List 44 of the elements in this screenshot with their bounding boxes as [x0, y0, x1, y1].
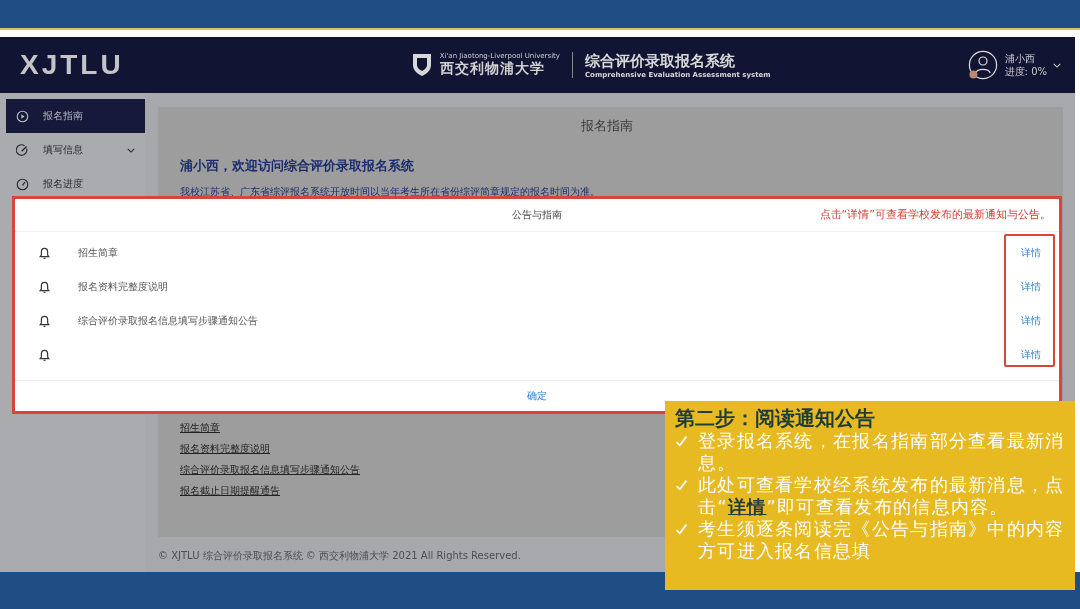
callout-title: 第二步：阅读通知公告: [675, 406, 876, 430]
sidebar-item[interactable]: 报名指南: [6, 99, 145, 133]
check-icon: [675, 523, 688, 536]
check-icon: [675, 435, 688, 448]
bullet-text: 考生须逐条阅读完《公告与指南》中的内容方可进入报名信息填: [698, 518, 1065, 562]
announcement-title: 报名资料完整度说明: [78, 280, 169, 294]
welcome-heading: 浦小西，欢迎访问综合评价录取报名系统: [180, 157, 415, 175]
university-name: 西交利物浦大学: [439, 60, 545, 78]
logo-text: XJTLU: [20, 49, 124, 81]
bell-icon: [39, 280, 50, 294]
details-link[interactable]: 详情: [1021, 314, 1041, 328]
sidebar-item[interactable]: 报名进度: [6, 167, 145, 201]
dialog-title: 公告与指南: [512, 208, 562, 222]
page-title: 报名指南: [580, 117, 633, 135]
details-link[interactable]: 详情: [1021, 280, 1041, 294]
chevron-down-icon[interactable]: [1053, 62, 1061, 68]
chevron-down-icon: [127, 147, 135, 153]
edit-icon: [16, 143, 29, 157]
bullet-text: 此处可查看学校经系统发布的最新消息，点击“详情”即可查看发布的信息内容。: [698, 474, 1065, 518]
user-name: 浦小西: [1004, 52, 1036, 65]
avatar-icon[interactable]: [966, 49, 999, 81]
announcement-link[interactable]: 报名截止日期提醒通告: [180, 483, 280, 498]
gauge-icon: [16, 177, 29, 191]
bell-icon: [39, 246, 50, 260]
announcement-link[interactable]: 报名资料完整度说明: [180, 441, 270, 456]
bell-icon: [39, 348, 50, 362]
announcement-title: 综合评价录取报名信息填写步骤通知公告: [78, 314, 259, 328]
notice-text: 我校江苏省、广东省综评报名系统开放时间以当年考生所在省份综评简章规定的报名时间为准。: [180, 185, 601, 199]
sidebar-item[interactable]: 填写信息: [6, 133, 145, 167]
details-link[interactable]: 详情: [1021, 348, 1041, 362]
bell-icon: [39, 314, 50, 328]
progress-text: 进度: 0%: [1004, 65, 1047, 78]
bullet-text: 登录报名系统，在报名指南部分查看最新消息。: [698, 430, 1065, 474]
details-link[interactable]: 详情: [1021, 246, 1041, 260]
play-icon: [16, 109, 29, 123]
annotation-text: 点击“详情”可查看学校发布的最新通知与公告。: [819, 207, 1051, 222]
system-title: 综合评价录取报名系统: [585, 51, 736, 71]
shield-icon: [411, 53, 432, 77]
copyright-text: © XJTLU 综合评价录取报名系统 © 西交利物浦大学 2021 All Rights Reserved.: [158, 549, 521, 563]
announcement-link[interactable]: 招生简章: [180, 420, 220, 435]
confirm-button[interactable]: 确定: [523, 387, 551, 405]
announcement-title: 招生简章: [78, 246, 119, 260]
check-icon: [675, 479, 688, 492]
announcement-link[interactable]: 综合评价录取报名信息填写步骤通知公告: [180, 462, 360, 477]
